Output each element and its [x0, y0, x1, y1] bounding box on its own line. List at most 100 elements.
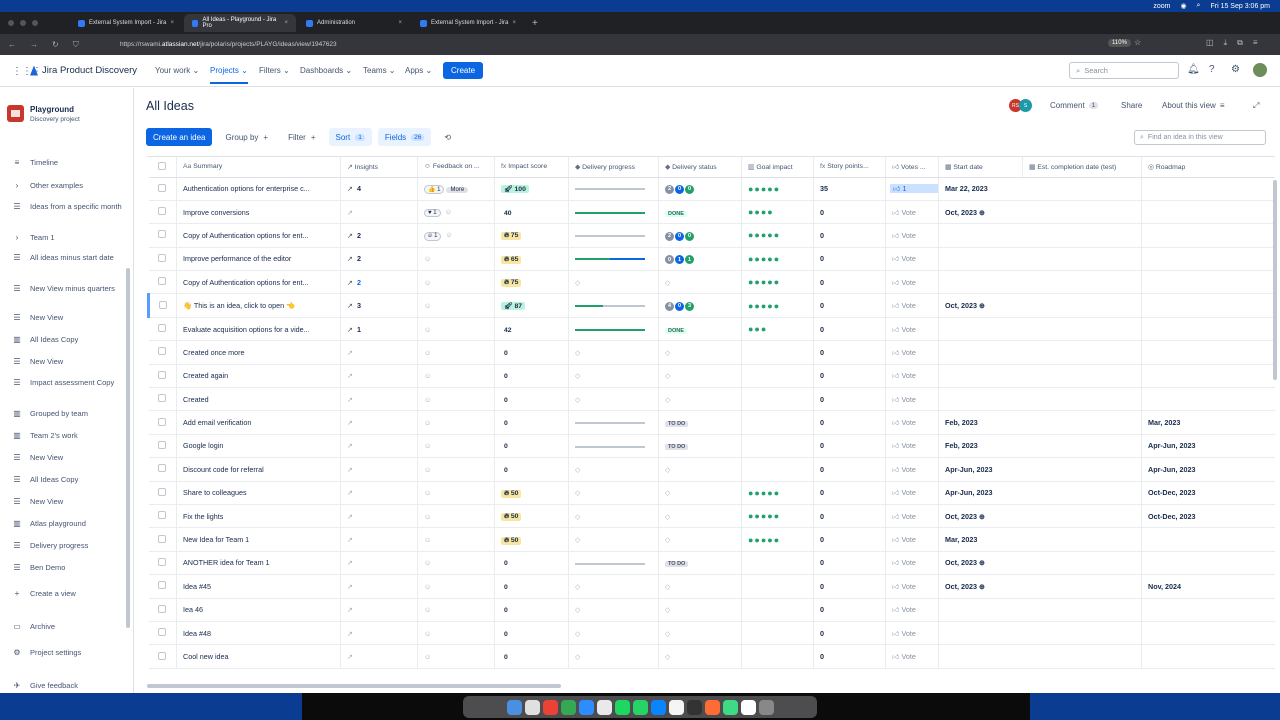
est-completion-date[interactable]: Oct-Dec, 2023 — [1141, 481, 1275, 505]
votes-cell[interactable]: 👍︎ Vote — [885, 317, 939, 342]
table-row[interactable]: Evaluate acquisition options for a vide.… — [148, 317, 1275, 342]
vote-button[interactable]: 👍︎ Vote — [892, 418, 916, 427]
column-header[interactable]: fx Story points... — [813, 157, 886, 178]
idea-summary[interactable]: Created again — [176, 364, 341, 389]
table-row[interactable]: ANOTHER idea for Team 1 ↗ ☺ 0 TO DO 0 👍︎ Vote O… — [148, 551, 1275, 576]
sidebar-item-give-feedback[interactable]: ✈ Give feedback — [0, 681, 124, 691]
table-row[interactable]: Copy of Authentication options for ent..… — [148, 270, 1275, 295]
vote-button[interactable]: 👍︎ Vote — [892, 652, 916, 661]
votes-cell[interactable]: 👍︎ 1 — [885, 177, 939, 201]
feedback-cell[interactable]: ☺ — [417, 527, 495, 552]
start-date[interactable] — [938, 621, 1142, 646]
est-completion-date[interactable] — [1141, 270, 1275, 295]
est-completion-date[interactable]: Oct-Dec, 2023 — [1141, 504, 1275, 529]
insights-cell[interactable]: ↗ — [340, 551, 418, 576]
sidebar-item[interactable]: ▥ Team 2's work — [0, 431, 124, 441]
insights-cell[interactable]: ↗ 1 — [340, 317, 418, 342]
feedback-cell[interactable]: ☺ — [417, 457, 495, 482]
add-reaction-icon[interactable]: ☺ — [443, 230, 452, 239]
sidebar-item[interactable]: ▥ All Ideas Copy — [0, 335, 124, 345]
vote-button[interactable]: 👍︎ Vote — [892, 558, 916, 567]
column-header[interactable]: ▦ Start date — [938, 157, 1023, 178]
story-points[interactable]: 0 — [813, 551, 886, 576]
story-points[interactable]: 0 — [813, 621, 886, 646]
idea-summary[interactable]: Share to colleagues — [176, 481, 341, 505]
add-reaction-icon[interactable]: ☺ — [424, 278, 431, 287]
pocket-icon[interactable]: ◫ — [1206, 38, 1214, 48]
idea-summary[interactable]: Cool new idea — [176, 644, 341, 669]
votes-cell[interactable]: 👍︎ Vote — [885, 223, 939, 248]
dock-app-icon[interactable] — [560, 699, 576, 715]
row-checkbox[interactable] — [148, 270, 177, 295]
row-checkbox[interactable] — [148, 527, 177, 552]
vote-button[interactable]: 👍︎ Vote — [892, 254, 916, 263]
product-logo[interactable]: Jira Product Discovery — [30, 65, 137, 76]
sidebar-item[interactable]: ☰ New View — [0, 497, 124, 507]
story-points[interactable]: 0 — [813, 387, 886, 412]
votes-cell[interactable]: 👍︎ Vote — [885, 551, 939, 576]
sidebar-item[interactable]: ▥ Grouped by team — [0, 409, 124, 419]
nav-your-work[interactable]: Your work ⌄ — [155, 66, 199, 75]
votes-cell[interactable]: 👍︎ Vote — [885, 598, 939, 622]
sidebar-item[interactable]: ☰ Impact assessment Copy — [0, 378, 124, 388]
close-tab-icon[interactable]: × — [284, 20, 288, 26]
nav-filters[interactable]: Filters ⌄ — [259, 66, 290, 75]
add-reaction-icon[interactable]: ☺ — [424, 254, 431, 263]
insights-cell[interactable]: ↗ — [340, 574, 418, 599]
sidebar-item[interactable]: ☰ Delivery progress — [0, 541, 124, 551]
zoom-menu-item[interactable]: zoom — [1153, 3, 1170, 10]
share-button[interactable]: Share — [1121, 101, 1142, 110]
add-reaction-icon[interactable]: ☺ — [424, 418, 431, 427]
fields-button[interactable]: Fields 26 — [377, 128, 432, 146]
feedback-cell[interactable]: ☺ — [417, 410, 495, 435]
insights-cell[interactable]: ↗ — [340, 364, 418, 389]
story-points[interactable]: 0 — [813, 504, 886, 529]
vote-button[interactable]: 👍︎ Vote — [892, 441, 916, 450]
url-field[interactable]: https://rswami.atlassian.net/jira/polari… — [110, 41, 337, 48]
story-points[interactable]: 0 — [813, 200, 886, 225]
start-date[interactable] — [938, 364, 1142, 389]
sidebar-item-project-settings[interactable]: ⚙ Project settings — [0, 648, 124, 658]
story-points[interactable]: 0 — [813, 223, 886, 248]
column-header[interactable]: fx Impact score — [494, 157, 569, 178]
est-completion-date[interactable] — [1141, 340, 1275, 365]
feedback-cell[interactable]: ☺ — [417, 317, 495, 342]
vote-button[interactable]: 👍︎ Vote — [892, 325, 916, 334]
story-points[interactable]: 0 — [813, 434, 886, 459]
story-points[interactable]: 0 — [813, 527, 886, 552]
add-reaction-icon[interactable]: ☺ — [424, 652, 431, 661]
close-tab-icon[interactable]: × — [512, 20, 516, 26]
add-reaction-icon[interactable]: ☺ — [424, 512, 431, 521]
feedback-cell[interactable]: ☺ — [417, 598, 495, 622]
feedback-cell[interactable]: ☺ — [417, 364, 495, 389]
start-date[interactable]: Mar 22, 2023 — [938, 177, 1142, 201]
insights-cell[interactable]: ↗ — [340, 644, 418, 669]
story-points[interactable]: 0 — [813, 644, 886, 669]
search-icon[interactable]: ⌕ — [1197, 2, 1201, 10]
est-completion-date[interactable] — [1141, 387, 1275, 412]
browser-tab[interactable]: External System Import - Jira × — [412, 14, 524, 32]
votes-cell[interactable]: 👍︎ Vote — [885, 410, 939, 435]
feedback-cell[interactable]: ☺ — [417, 574, 495, 599]
sidebar-scrollbar[interactable] — [126, 268, 130, 628]
sidebar-item[interactable]: ☰ All ideas minus start date — [0, 253, 124, 263]
close-tab-icon[interactable]: × — [170, 20, 174, 26]
insights-cell[interactable]: ↗ — [340, 410, 418, 435]
expand-icon[interactable]: ⤢ — [1253, 101, 1259, 111]
vote-button[interactable]: 👍︎ Vote — [892, 535, 916, 544]
idea-summary[interactable]: Copy of Authentication options for ent..… — [176, 270, 341, 295]
idea-summary[interactable]: Idea #45 — [176, 574, 341, 599]
nav-dashboards[interactable]: Dashboards ⌄ — [300, 66, 352, 75]
start-date[interactable]: Oct, 2023 ⊕ — [938, 200, 1142, 225]
insights-cell[interactable]: ↗ — [340, 387, 418, 412]
insights-cell[interactable]: ↗ 2 — [340, 270, 418, 295]
sidebar-item[interactable]: ☰ Ideas from a specific month — [0, 202, 124, 212]
table-row[interactable]: Created ↗ ☺ 0 ◇ ◇ 0 👍︎ Vote — [148, 387, 1275, 412]
minimize-window-button[interactable] — [20, 20, 26, 26]
dock-app-icon[interactable] — [668, 699, 684, 715]
nav-apps[interactable]: Apps ⌄ — [405, 66, 432, 75]
dock-app-icon[interactable] — [596, 699, 612, 715]
est-completion-date[interactable] — [1141, 551, 1275, 576]
feedback-cell[interactable]: ☺ — [417, 644, 495, 669]
feedback-cell[interactable]: 👍 1 More — [417, 177, 495, 201]
